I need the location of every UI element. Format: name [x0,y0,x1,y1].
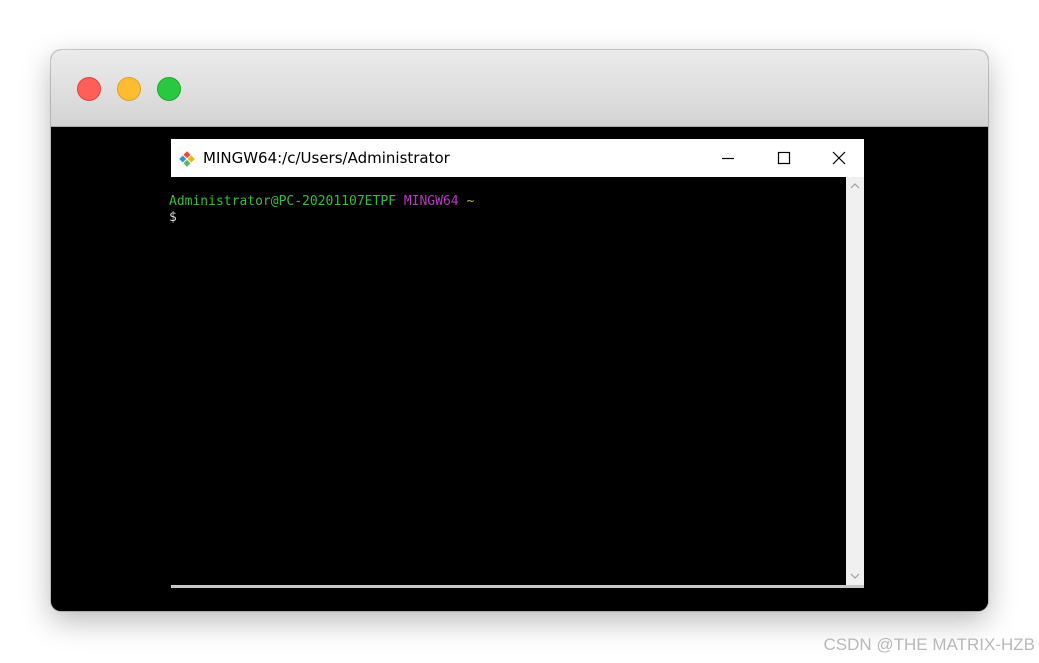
minimize-window-button[interactable] [117,77,141,101]
minimize-icon [722,157,734,160]
scroll-down-button[interactable] [846,569,864,583]
maximize-button[interactable] [756,139,812,177]
prompt-line: Administrator@PC-20201107ETPF MINGW64 ~ [169,194,474,210]
close-button[interactable] [811,139,867,177]
vertical-scrollbar[interactable] [846,177,864,585]
watermark-text: CSDN @THE MATRIX-HZB [823,635,1036,654]
command-line[interactable]: $ [169,210,177,226]
maximize-icon [777,151,791,165]
prompt-path: ~ [466,194,475,209]
mac-window-frame: MINGW64:/c/Users/Administrator Administr… [51,50,988,611]
mac-titlebar [51,50,988,127]
screen-area: MINGW64:/c/Users/Administrator Administr… [51,127,988,611]
terminal-output[interactable]: Administrator@PC-20201107ETPF MINGW64 ~ … [169,177,846,585]
close-icon [832,151,846,165]
minimize-button[interactable] [700,139,756,177]
terminal-titlebar[interactable]: MINGW64:/c/Users/Administrator [171,139,864,177]
prompt-env: MINGW64 [403,194,459,209]
prompt-symbol: $ [169,210,177,225]
terminal-bottom-border [171,585,864,588]
zoom-window-button[interactable] [157,77,181,101]
chevron-down-icon [850,573,860,579]
git-logo-icon [179,151,195,167]
close-window-button[interactable] [77,77,101,101]
terminal-window: MINGW64:/c/Users/Administrator Administr… [169,139,864,588]
terminal-window-title: MINGW64:/c/Users/Administrator [203,149,450,167]
chevron-up-icon [850,183,860,189]
prompt-user-host: Administrator@PC-20201107ETPF [169,194,396,209]
scroll-up-button[interactable] [846,179,864,193]
